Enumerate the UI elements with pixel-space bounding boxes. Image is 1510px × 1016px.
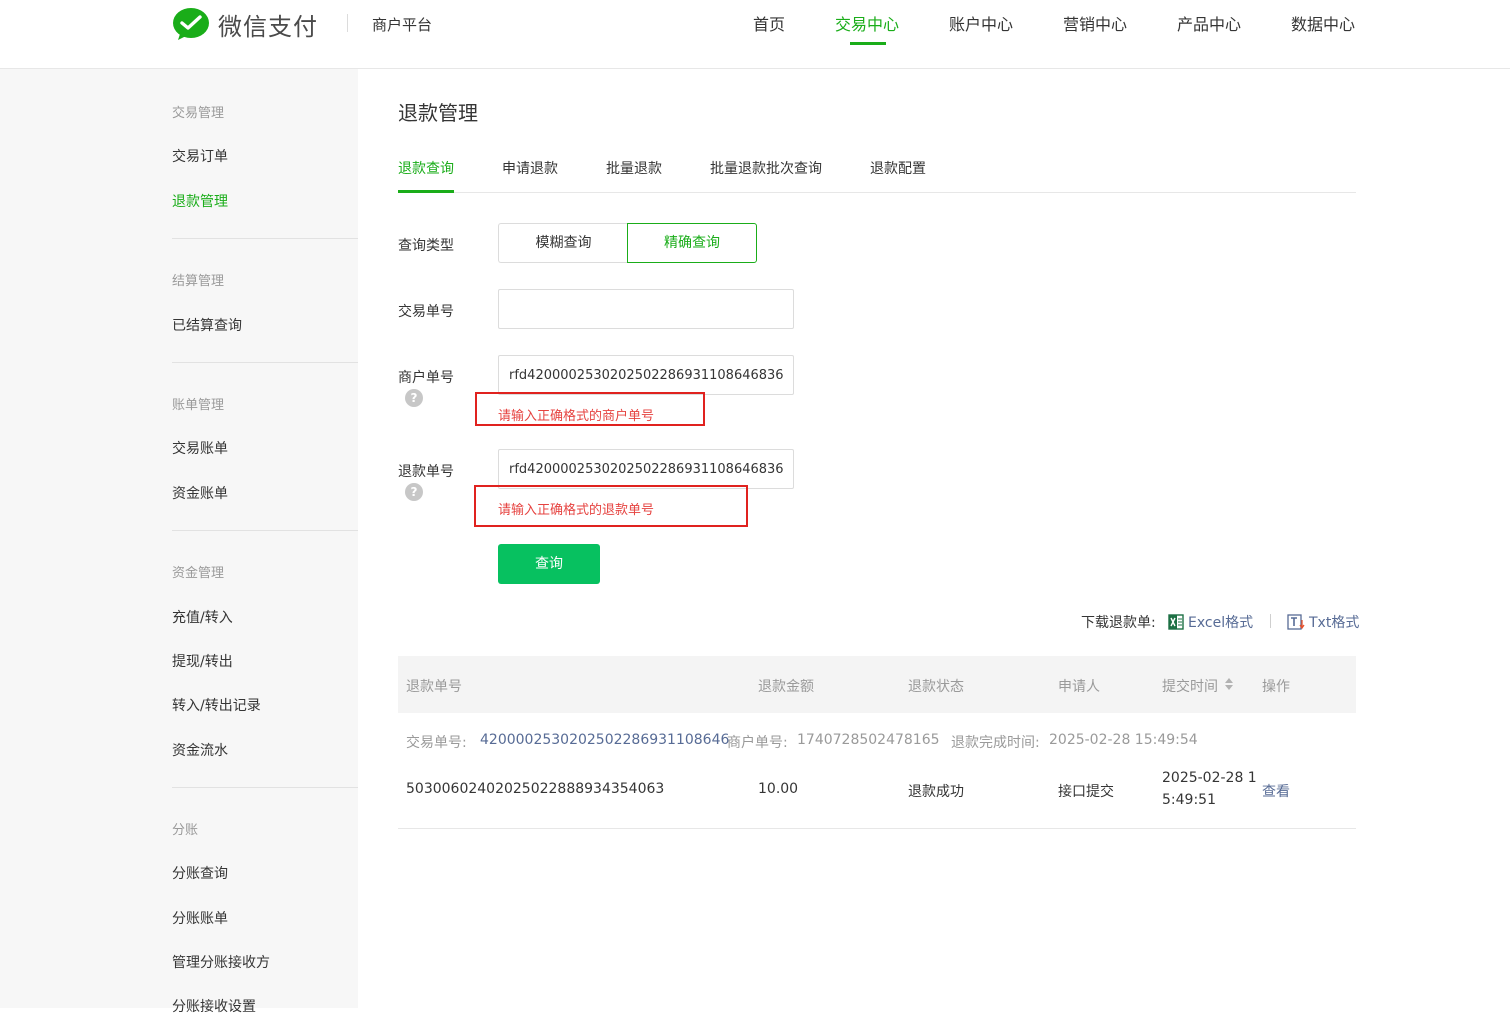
tab-bar: 退款查询 申请退款 批量退款 批量退款批次查询 退款配置 [398, 148, 1356, 193]
sidebar-group-funds: 资金管理 [172, 566, 225, 581]
nav-home[interactable]: 首页 [753, 11, 785, 35]
tab-batch-query[interactable]: 批量退款批次查询 [710, 158, 822, 178]
exact-query-button[interactable]: 精确查询 [627, 223, 757, 263]
sidebar-divider [172, 362, 358, 363]
help-icon[interactable]: ? [405, 483, 423, 501]
meta-finish-time-label: 退款完成时间: [951, 735, 1040, 751]
nav-data-center[interactable]: 数据中心 [1291, 11, 1355, 35]
cell-refund-amount: 10.00 [758, 781, 799, 797]
trade-no-input[interactable] [498, 289, 794, 329]
txt-icon [1287, 614, 1305, 630]
sidebar-item-recharge[interactable]: 充值/转入 [172, 607, 233, 627]
top-header: 微信支付 商户平台 首页 交易中心 账户中心 营销中心 产品中心 数据中心 [0, 0, 1510, 69]
trade-no-label: 交易单号 [398, 304, 454, 320]
wechat-pay-logo-icon [173, 8, 209, 40]
meta-merchant-no: 1740728502478165 [797, 732, 940, 748]
column-refund-amount: 退款金额 [758, 679, 814, 695]
column-action: 操作 [1262, 679, 1290, 695]
sidebar-item-transfer-records[interactable]: 转入/转出记录 [172, 695, 261, 715]
query-button[interactable]: 查询 [498, 544, 600, 584]
sidebar-group-profit-sharing: 分账 [172, 823, 199, 838]
sidebar-divider [172, 238, 358, 239]
page-title: 退款管理 [398, 101, 478, 125]
tab-refund-query[interactable]: 退款查询 [398, 158, 454, 178]
fuzzy-query-button[interactable]: 模糊查询 [498, 223, 628, 263]
column-applicant: 申请人 [1058, 679, 1100, 695]
meta-trade-no-link[interactable]: 4200002530202502286931108646 [480, 732, 729, 748]
merchant-no-input[interactable] [498, 355, 794, 395]
cell-refund-status: 退款成功 [908, 784, 964, 800]
table-header: 退款单号 退款金额 退款状态 申请人 提交时间 操作 [398, 656, 1356, 713]
meta-finish-time: 2025-02-28 15:49:54 [1049, 732, 1198, 748]
meta-trade-no-label: 交易单号: [406, 735, 467, 751]
download-separator [1270, 614, 1271, 628]
view-link[interactable]: 查看 [1262, 781, 1290, 801]
cell-refund-no: 50300602402025022888934354063 [406, 781, 665, 797]
tab-refund-config[interactable]: 退款配置 [870, 158, 926, 178]
merchant-no-error: 请输入正确格式的商户单号 [498, 409, 655, 424]
tab-apply-refund[interactable]: 申请退款 [502, 158, 558, 178]
column-submit-time[interactable]: 提交时间 [1162, 676, 1218, 696]
column-refund-status: 退款状态 [908, 679, 964, 695]
sidebar-group-trade: 交易管理 [172, 106, 225, 121]
sidebar-item-settled-query[interactable]: 已结算查询 [172, 315, 242, 335]
tab-active-indicator [398, 190, 454, 193]
download-excel-button[interactable]: Excel格式 [1168, 612, 1253, 632]
sidebar-item-fund-flow[interactable]: 资金流水 [172, 740, 228, 760]
sidebar-item-fund-bill[interactable]: 资金账单 [172, 483, 228, 503]
sidebar-item-sharing-query[interactable]: 分账查询 [172, 863, 228, 883]
sidebar-item-withdraw[interactable]: 提现/转出 [172, 651, 233, 671]
meta-merchant-no-label: 商户单号: [727, 735, 788, 751]
sidebar-item-trade-bill[interactable]: 交易账单 [172, 438, 228, 458]
refund-no-label: 退款单号 [398, 464, 454, 480]
cell-submit-time-line1: 2025-02-28 1 [1162, 770, 1257, 786]
cell-applicant: 接口提交 [1058, 784, 1114, 800]
table-row: 50300602402025022888934354063 10.00 退款成功… [398, 763, 1356, 829]
nav-account-center[interactable]: 账户中心 [949, 11, 1013, 35]
sidebar-group-settlement: 结算管理 [172, 274, 225, 289]
sidebar-item-manage-receivers[interactable]: 管理分账接收方 [172, 952, 270, 972]
download-txt-button[interactable]: Txt格式 [1287, 612, 1359, 632]
refund-no-input[interactable] [498, 449, 794, 489]
sidebar-group-bills: 账单管理 [172, 398, 225, 413]
wechat-pay-logo[interactable]: 微信支付 [172, 6, 318, 42]
sidebar-item-sharing-bill[interactable]: 分账账单 [172, 908, 228, 928]
tab-batch-refund[interactable]: 批量退款 [606, 158, 662, 178]
nav-marketing-center[interactable]: 营销中心 [1063, 11, 1127, 35]
query-type-switch: 模糊查询 精确查询 [498, 223, 757, 263]
excel-icon [1168, 614, 1184, 630]
nav-product-center[interactable]: 产品中心 [1177, 11, 1241, 35]
sidebar-divider [172, 787, 358, 788]
nav-active-indicator [850, 42, 886, 45]
platform-name: 商户平台 [372, 16, 433, 34]
merchant-no-label: 商户单号 [398, 370, 454, 386]
download-txt-label[interactable]: Txt格式 [1309, 612, 1359, 632]
sidebar-divider [172, 530, 358, 531]
sort-icon[interactable] [1224, 677, 1234, 691]
sidebar-item-refund-management[interactable]: 退款管理 [172, 191, 228, 211]
download-excel-label[interactable]: Excel格式 [1188, 612, 1253, 632]
refund-no-error: 请输入正确格式的退款单号 [498, 503, 655, 518]
download-label: 下载退款单: [1081, 615, 1156, 631]
nav-trade-center[interactable]: 交易中心 [835, 11, 899, 35]
query-type-label: 查询类型 [398, 238, 454, 254]
brand-name: 微信支付 [218, 12, 318, 41]
header-divider [347, 14, 348, 32]
sidebar-item-receive-settings[interactable]: 分账接收设置 [172, 996, 256, 1016]
help-icon[interactable]: ? [405, 389, 423, 407]
cell-submit-time-line2: 5:49:51 [1162, 792, 1216, 808]
record-meta-row: 交易单号: 4200002530202502286931108646 商户单号:… [398, 713, 1356, 763]
sidebar-item-trade-orders[interactable]: 交易订单 [172, 146, 228, 166]
column-refund-no: 退款单号 [406, 679, 462, 695]
